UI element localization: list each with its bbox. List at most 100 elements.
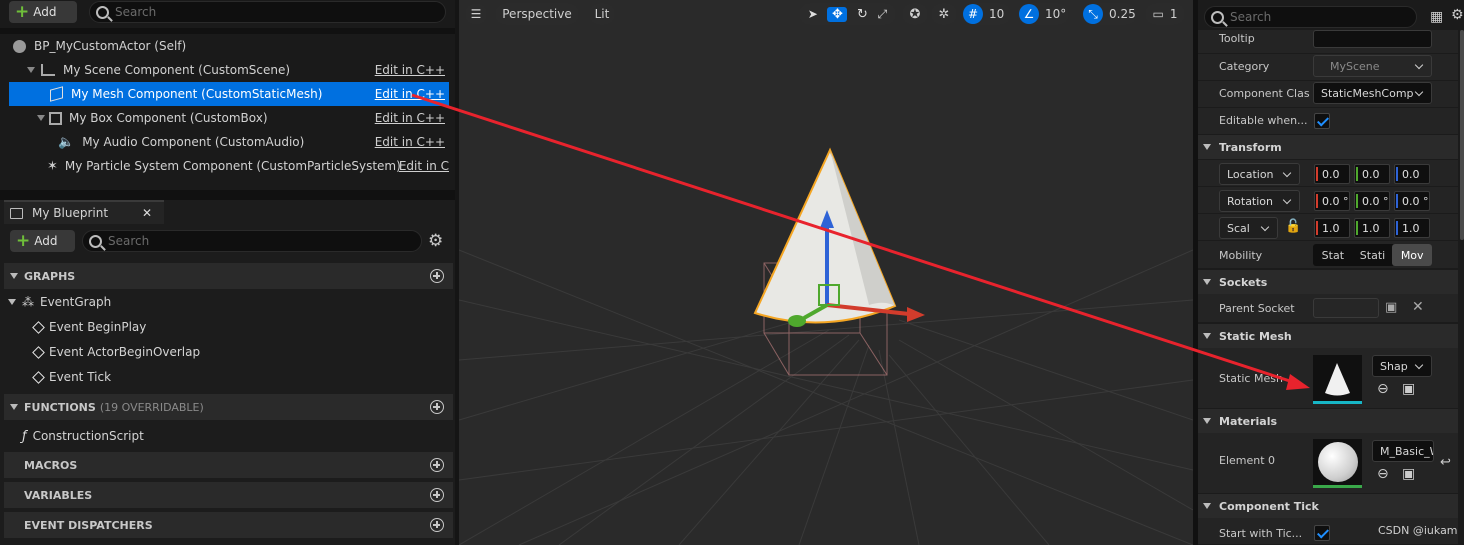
dispatchers-section-header[interactable]: EVENT DISPATCHERS <box>4 512 453 538</box>
event-graph-item[interactable]: ⁂ EventGraph <box>8 291 111 313</box>
edit-in-cpp-link[interactable]: Edit in C <box>399 159 449 173</box>
location-combo[interactable]: Location <box>1219 163 1300 185</box>
component-tick-section-header[interactable]: Component Tick <box>1198 494 1458 518</box>
static-mesh-combo[interactable]: Shap <box>1372 355 1432 377</box>
graphs-section-header[interactable]: GRAPHS <box>4 263 453 289</box>
translate-tool-icon[interactable]: ✥ <box>827 6 848 22</box>
collapse-arrow-icon <box>10 273 18 279</box>
camera-icon: ▭ <box>1152 7 1164 21</box>
lock-icon[interactable]: 🔓 <box>1285 219 1301 234</box>
transform-tools: ➤ ✥ ↻ ⤢ <box>799 3 896 25</box>
rotate-tool-icon[interactable]: ↻ <box>857 7 868 22</box>
start-with-tick-checkbox[interactable] <box>1314 525 1330 541</box>
add-dispatcher-icon[interactable] <box>430 518 444 532</box>
edit-in-cpp-link[interactable]: Edit in C++ <box>375 63 445 77</box>
scale-tool-icon[interactable]: ⤢ <box>878 7 888 22</box>
edit-in-cpp-link[interactable]: Edit in C++ <box>375 87 445 101</box>
component-item-self[interactable]: BP_MyCustomActor (Self) <box>9 34 449 58</box>
rotation-x-field[interactable]: 0.0 ° <box>1314 191 1350 211</box>
scale-x-field[interactable]: 1.0 <box>1314 218 1350 238</box>
globe-icon: ✪ <box>909 6 921 22</box>
macros-section-header[interactable]: MACROS <box>4 452 453 478</box>
scale-combo[interactable]: Scal <box>1219 217 1278 239</box>
rotation-snap-control[interactable]: ∠ 10° <box>1017 3 1069 25</box>
edit-in-cpp-link[interactable]: Edit in C++ <box>375 111 445 125</box>
blueprint-search-input[interactable]: Search <box>82 230 422 252</box>
angle-snap-icon: ∠ <box>1019 4 1039 24</box>
add-blueprint-item-button[interactable]: + Add <box>10 230 75 252</box>
panel-gap <box>0 190 455 200</box>
lit-button[interactable]: Lit <box>589 3 615 25</box>
viewport[interactable]: ☰ Perspective Lit ➤ ✥ ↻ ⤢ ✪ ✲ # 10 ∠ 10°… <box>459 0 1193 545</box>
add-variable-icon[interactable] <box>430 488 444 502</box>
close-icon[interactable]: ✕ <box>142 206 152 220</box>
add-component-button[interactable]: + Add <box>9 1 77 23</box>
functions-section-header[interactable]: FUNCTIONS (19 OVERRIDABLE) <box>4 394 453 420</box>
browse-asset-icon[interactable]: ▣ <box>1402 466 1415 482</box>
camera-speed-control[interactable]: ▭ 1 <box>1145 3 1185 25</box>
variables-section-header[interactable]: VARIABLES <box>4 482 453 508</box>
rotation-z-field[interactable]: 0.0 ° <box>1394 191 1430 211</box>
tooltip-field[interactable] <box>1313 30 1432 48</box>
material-combo[interactable]: M_Basic_W <box>1372 440 1434 462</box>
location-z-field[interactable]: 0.0 <box>1394 164 1430 184</box>
event-item[interactable]: Event BeginPlay <box>32 316 146 338</box>
grid-snap-control[interactable]: # 10 <box>961 3 1011 25</box>
scale-y-field[interactable]: 1.0 <box>1354 218 1390 238</box>
scene-component-icon <box>41 64 55 76</box>
use-selected-icon[interactable]: ⊖ <box>1377 466 1389 482</box>
chevron-down-icon <box>1414 87 1424 97</box>
world-local-button[interactable]: ✪ <box>902 3 928 25</box>
location-x-field[interactable]: 0.0 <box>1314 164 1350 184</box>
parent-socket-field[interactable] <box>1313 298 1379 318</box>
event-item[interactable]: Event ActorBeginOverlap <box>32 341 200 363</box>
component-item-box[interactable]: My Box Component (CustomBox) Edit in C++ <box>9 106 449 130</box>
viewport-menu-button[interactable]: ☰ <box>465 3 487 25</box>
category-combo[interactable]: MyScene <box>1313 55 1432 77</box>
select-tool-icon[interactable]: ➤ <box>808 7 818 21</box>
browse-socket-icon[interactable]: ▣ <box>1385 300 1397 315</box>
perspective-button[interactable]: Perspective <box>495 3 579 25</box>
component-class-combo[interactable]: StaticMeshComp <box>1313 82 1432 104</box>
clear-socket-icon[interactable]: ✕ <box>1412 299 1424 315</box>
details-search-input[interactable]: Search <box>1204 6 1417 28</box>
edit-in-cpp-link[interactable]: Edit in C++ <box>375 135 445 149</box>
mobility-static-option[interactable]: Stat <box>1313 244 1353 266</box>
rotation-y-field[interactable]: 0.0 ° <box>1354 191 1390 211</box>
construction-script-item[interactable]: ƒ ConstructionScript <box>22 425 144 447</box>
component-item-particle[interactable]: ✶ My Particle System Component (CustomPa… <box>9 154 449 178</box>
mobility-movable-option[interactable]: Mov <box>1392 244 1433 266</box>
scale-snap-icon: ⤡ <box>1083 4 1103 24</box>
transform-section-header[interactable]: Transform <box>1198 135 1458 159</box>
browse-asset-icon[interactable]: ▣ <box>1402 381 1415 397</box>
settings-icon[interactable]: ⚙ <box>1451 7 1464 23</box>
components-search-input[interactable]: Search <box>89 1 446 23</box>
component-item-audio[interactable]: 🔈 My Audio Component (CustomAudio) Edit … <box>9 130 449 154</box>
tab-my-blueprint[interactable]: My Blueprint ✕ <box>4 200 164 224</box>
sockets-section-header[interactable]: Sockets <box>1198 270 1458 294</box>
mobility-stationary-option[interactable]: Stati <box>1353 244 1393 266</box>
add-graph-icon[interactable] <box>430 269 444 283</box>
editable-checkbox[interactable] <box>1314 113 1330 129</box>
event-item[interactable]: Event Tick <box>32 366 111 388</box>
scale-z-field[interactable]: 1.0 <box>1394 218 1430 238</box>
static-mesh-thumbnail[interactable] <box>1313 355 1362 404</box>
scale-snap-control[interactable]: ⤡ 0.25 <box>1081 3 1137 25</box>
add-function-icon[interactable] <box>430 400 444 414</box>
use-selected-icon[interactable]: ⊖ <box>1377 381 1389 397</box>
rotation-combo[interactable]: Rotation <box>1219 190 1300 212</box>
location-y-field[interactable]: 0.0 <box>1354 164 1390 184</box>
materials-section-header[interactable]: Materials <box>1198 409 1458 433</box>
component-class-label: Component Clas <box>1219 87 1310 100</box>
static-mesh-section-header[interactable]: Static Mesh <box>1198 324 1458 348</box>
component-item-scene[interactable]: My Scene Component (CustomScene) Edit in… <box>9 58 449 82</box>
surface-snap-button[interactable]: ✲ <box>931 3 957 25</box>
add-macro-icon[interactable] <box>430 458 444 472</box>
gear-icon[interactable]: ⚙ <box>428 231 443 251</box>
static-mesh-icon <box>50 86 63 102</box>
material-thumbnail[interactable] <box>1313 439 1362 488</box>
component-item-mesh[interactable]: My Mesh Component (CustomStaticMesh) Edi… <box>9 82 449 106</box>
reset-to-default-icon[interactable]: ↩ <box>1440 455 1451 470</box>
table-view-icon[interactable]: ▦ <box>1430 9 1443 25</box>
details-scrollbar[interactable] <box>1460 30 1464 240</box>
